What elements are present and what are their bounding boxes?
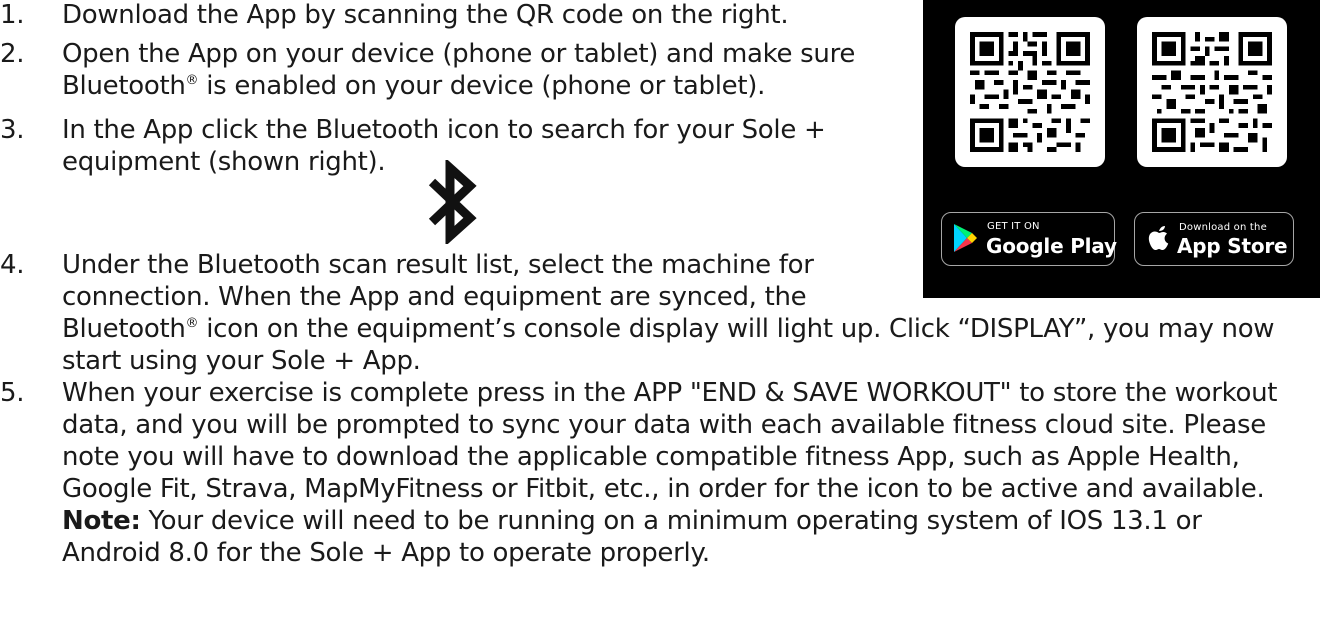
step-number: 2. [0,39,25,69]
step-text: Download the App by scanning the QR code… [62,0,789,30]
app-download-panel: GET IT ON Google Play Download on the Ap… [923,0,1320,298]
step-1: 1. Download the App by scanning the QR c… [0,0,789,31]
note-label: Note: [62,506,141,536]
qr-code-app-store[interactable] [1137,17,1287,167]
google-play-label: Google Play [986,234,1117,258]
app-store-small-text: Download on the [1179,222,1267,233]
step-number: 4. [0,250,25,280]
qr-code-google-play[interactable] [955,17,1105,167]
step-number: 1. [0,0,25,30]
step-5: 5. When your exercise is complete press … [0,377,1277,569]
step-text: When your exercise is complete press in … [62,378,1278,568]
bluetooth-icon [424,157,484,248]
step-number: 3. [0,115,25,145]
apple-icon [1148,226,1169,251]
google-play-small-text: GET IT ON [987,221,1040,232]
step-number: 5. [0,378,25,408]
step-text: Open the App on your device (phone or ta… [62,39,856,101]
step-2: 2. Open the App on your device (phone or… [0,38,855,102]
google-play-icon [954,224,977,252]
app-store-label: App Store [1177,234,1288,258]
google-play-badge[interactable]: GET IT ON Google Play [941,212,1117,266]
app-store-badge[interactable]: Download on the App Store [1134,212,1294,266]
step-3: 3. In the App click the Bluetooth icon t… [0,114,826,178]
